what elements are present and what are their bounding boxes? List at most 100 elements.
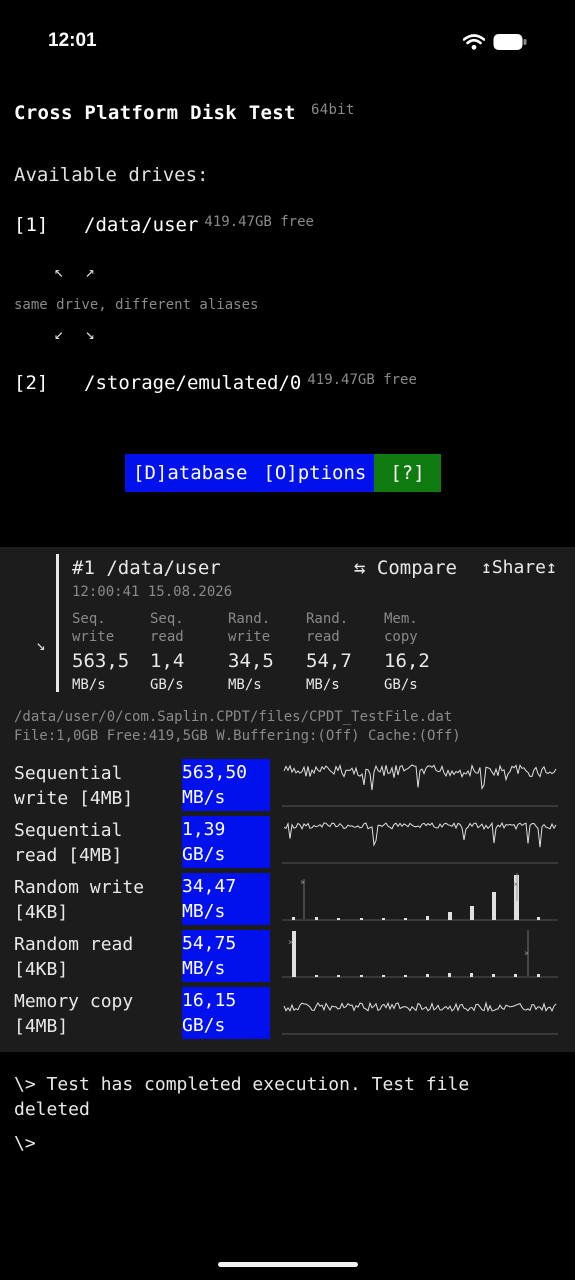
drive-item-2[interactable]: [2] /storage/emulated/0 419.47GB free <box>14 372 417 394</box>
test-file-path: /data/user/0/com.Saplin.CPDT/files/CPDT_… <box>14 709 453 725</box>
alias-arrows-bottom: ↙ ↘ <box>54 324 101 343</box>
metric-label-line: Rand. <box>306 611 349 627</box>
metric-seq-read: Seq. read 1,4 GB/s <box>150 610 220 695</box>
drive-item-1[interactable]: [1] /data/user 419.47GB free <box>14 214 314 236</box>
options-button[interactable]: [O]ptions <box>255 454 375 492</box>
test-value-box: 54,75 MB/s <box>182 930 270 982</box>
drive-index: [1] <box>14 214 49 236</box>
status-bar: 12:01 <box>0 0 575 84</box>
metric-label-line: write <box>72 629 115 645</box>
test-name-line: Random write <box>14 877 145 898</box>
test-unit: GB/s <box>182 1015 226 1036</box>
svg-text:×: × <box>288 938 293 948</box>
metric-value: 54,7 <box>306 650 352 672</box>
svg-text:×: × <box>513 880 518 890</box>
compare-button[interactable]: ⇆ Compare <box>354 557 457 579</box>
help-button[interactable]: [?] <box>374 454 441 492</box>
test-row-seq-read: Sequential read [4MB] 1,39 GB/s <box>0 814 575 868</box>
metric-label-line: read <box>306 629 340 645</box>
test-row-rand-read: Random read [4KB] 54,75 MB/s × × <box>0 928 575 982</box>
metric-unit: GB/s <box>150 677 184 693</box>
share-button[interactable]: ↥Share↥ <box>481 557 557 578</box>
test-value: 16,15 <box>182 990 237 1011</box>
test-name-line: [4KB] <box>14 959 69 980</box>
metric-label: Seq. write <box>72 610 142 646</box>
test-name-line: read [4MB] <box>14 845 123 866</box>
test-row-mem-copy: Memory copy [4MB] 16,15 GB/s <box>0 985 575 1039</box>
test-name: Memory copy [4MB] <box>14 989 179 1039</box>
drives-heading: Available drives: <box>14 164 209 186</box>
metric-label-line: copy <box>384 629 418 645</box>
test-name-line: write [4MB] <box>14 788 134 809</box>
metric-label: Rand. write <box>228 610 298 646</box>
metric-label: Seq. read <box>150 610 220 646</box>
metric-seq-write: Seq. write 563,5 MB/s <box>72 610 142 695</box>
metric-label-line: Mem. <box>384 611 418 627</box>
metric-unit: MB/s <box>306 677 340 693</box>
test-value: 34,47 <box>182 876 237 897</box>
bits-label: 64bit <box>311 102 355 118</box>
alias-arrows-top: ↖ ↗ <box>54 262 101 281</box>
svg-text:×: × <box>524 949 529 959</box>
test-value: 563,50 <box>182 762 248 783</box>
test-name-line: [4KB] <box>14 902 69 923</box>
console-prompt[interactable]: \> <box>14 1133 36 1154</box>
svg-text:×: × <box>300 878 305 888</box>
test-name-line: Sequential <box>14 820 123 841</box>
summary-divider <box>56 554 59 692</box>
drive-free: 419.47GB free <box>204 214 314 230</box>
metric-value: 1,4 <box>150 650 185 672</box>
metric-label: Mem. copy <box>384 610 454 646</box>
throughput-graph <box>282 763 558 807</box>
action-buttons: [D]atabase [O]ptions [?] <box>125 454 441 492</box>
latency-histogram: × × <box>282 930 558 978</box>
metric-value: 34,5 <box>228 650 274 672</box>
test-value-box: 563,50 MB/s <box>182 759 270 811</box>
status-icons <box>462 33 527 55</box>
metric-label-line: write <box>228 629 271 645</box>
drive-path: /storage/emulated/0 <box>84 372 302 394</box>
test-name: Random write [4KB] <box>14 875 179 925</box>
test-name-line: Memory copy <box>14 991 134 1012</box>
expand-arrow-icon[interactable]: ↘ <box>36 635 46 654</box>
test-value-box: 1,39 GB/s <box>182 816 270 868</box>
latency-histogram: × × <box>282 873 558 921</box>
test-value: 54,75 <box>182 933 237 954</box>
metric-value: 563,5 <box>72 650 130 672</box>
database-button[interactable]: [D]atabase <box>125 454 256 492</box>
metric-label-line: Seq. <box>150 611 184 627</box>
wifi-icon <box>462 34 486 54</box>
drive-free: 419.47GB free <box>307 372 417 388</box>
metric-label-line: Seq. <box>72 611 106 627</box>
metric-label: Rand. read <box>306 610 376 646</box>
test-name-line: Sequential <box>14 763 123 784</box>
metric-rand-write: Rand. write 34,5 MB/s <box>228 610 298 695</box>
result-timestamp: 12:00:41 15.08.2026 <box>72 584 233 600</box>
metric-mem-copy: Mem. copy 16,2 GB/s <box>384 610 454 695</box>
metric-unit: GB/s <box>384 677 418 693</box>
battery-icon <box>493 33 527 55</box>
metric-unit: MB/s <box>228 677 262 693</box>
test-name: Random read [4KB] <box>14 932 179 982</box>
metric-value: 16,2 <box>384 650 430 672</box>
metric-unit: MB/s <box>72 677 106 693</box>
throughput-graph <box>282 821 558 864</box>
test-row-rand-write: Random write [4KB] 34,47 MB/s × × <box>0 871 575 925</box>
home-indicator[interactable] <box>218 1262 358 1267</box>
drive-path: /data/user <box>84 214 199 236</box>
app-title-text: Cross Platform Disk Test <box>14 102 296 124</box>
test-name: Sequential read [4MB] <box>14 818 179 868</box>
metric-label-line: read <box>150 629 184 645</box>
test-name-line: Random read <box>14 934 134 955</box>
test-value: 1,39 <box>182 819 226 840</box>
test-row-seq-write: Sequential write [4MB] 563,50 MB/s <box>0 757 575 811</box>
test-name: Sequential write [4MB] <box>14 761 179 811</box>
alias-note: same drive, different aliases <box>14 297 259 313</box>
test-unit: MB/s <box>182 787 226 808</box>
status-time: 12:01 <box>48 30 97 51</box>
throughput-graph <box>282 1001 558 1035</box>
result-title: #1 /data/user <box>72 557 221 579</box>
app-title: Cross Platform Disk Test 64bit <box>14 102 354 124</box>
results-panel: ↘ #1 /data/user 12:00:41 15.08.2026 ⇆ Co… <box>0 547 575 1052</box>
test-unit: MB/s <box>182 901 226 922</box>
